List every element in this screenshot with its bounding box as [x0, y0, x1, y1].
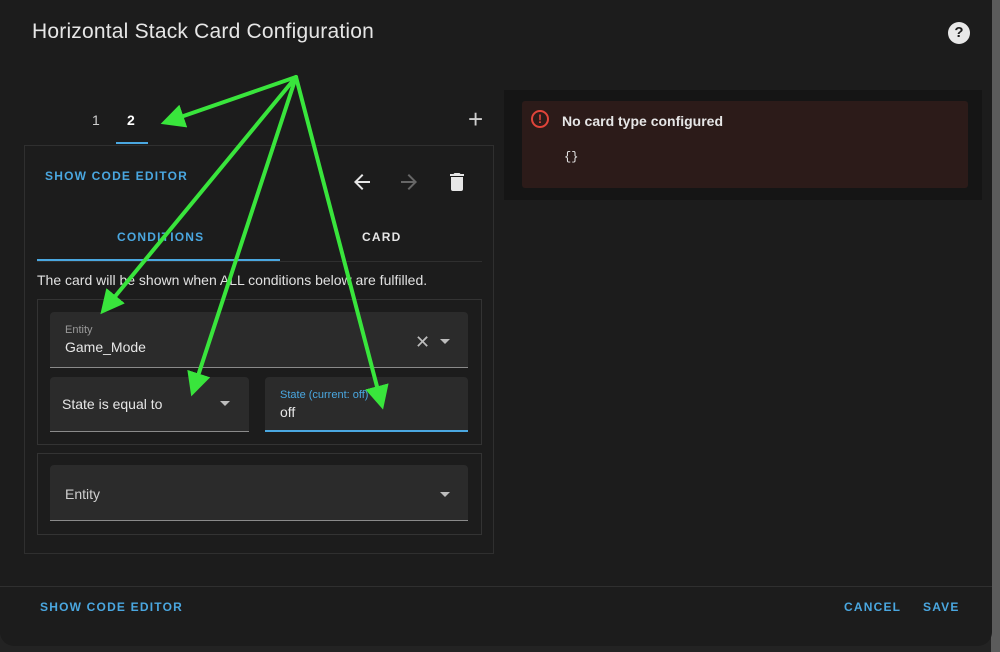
dialog-title: Horizontal Stack Card Configuration	[32, 20, 374, 43]
state-field-value: off	[280, 404, 296, 420]
arrow-left-icon[interactable]	[350, 170, 374, 194]
tab-conditions[interactable]: CONDITIONS	[117, 230, 204, 244]
conditions-info-text: The card will be shown when ALL conditio…	[37, 272, 428, 288]
tab-card[interactable]: CARD	[362, 230, 401, 244]
error-title: No card type configured	[562, 113, 724, 129]
background-edge	[991, 0, 1000, 652]
cancel-button[interactable]: CANCEL	[844, 600, 901, 614]
card-config-dialog: Horizontal Stack Card Configuration ? 1 …	[0, 0, 992, 646]
delete-icon[interactable]	[445, 170, 469, 194]
active-tab-indicator	[116, 142, 148, 144]
entity-field-value: Game_Mode	[65, 339, 146, 355]
entity-select-2[interactable]: Entity	[50, 465, 468, 521]
save-button[interactable]: SAVE	[923, 600, 960, 614]
entity-field-label: Entity	[65, 324, 93, 336]
help-circle-icon[interactable]: ?	[948, 22, 970, 44]
active-subtab-indicator	[37, 259, 280, 261]
state-operator-value: State is equal to	[62, 396, 163, 412]
state-operator-select[interactable]: State is equal to	[50, 377, 249, 432]
stack-tab-1[interactable]: 1	[92, 112, 100, 128]
chevron-down-icon[interactable]	[440, 492, 450, 497]
entity-placeholder: Entity	[65, 486, 101, 502]
footer-show-code-editor-button[interactable]: SHOW CODE EDITOR	[40, 600, 183, 614]
arrow-right-icon[interactable]	[397, 170, 421, 194]
close-icon[interactable]: ✕	[415, 333, 430, 351]
entity-select[interactable]: Entity Game_Mode ✕	[50, 312, 468, 368]
chevron-down-icon[interactable]	[440, 339, 450, 344]
alert-circle-icon: !	[531, 110, 549, 128]
error-code: {}	[564, 150, 579, 164]
state-value-input[interactable]: State (current: off) off	[265, 377, 468, 432]
plus-icon[interactable]: +	[468, 106, 483, 132]
footer-divider	[0, 586, 992, 587]
chevron-down-icon[interactable]	[220, 401, 230, 406]
tab-divider	[37, 261, 482, 262]
state-field-label: State (current: off)	[280, 389, 369, 401]
stack-tab-2[interactable]: 2	[127, 112, 135, 128]
show-code-editor-button[interactable]: SHOW CODE EDITOR	[45, 169, 188, 183]
